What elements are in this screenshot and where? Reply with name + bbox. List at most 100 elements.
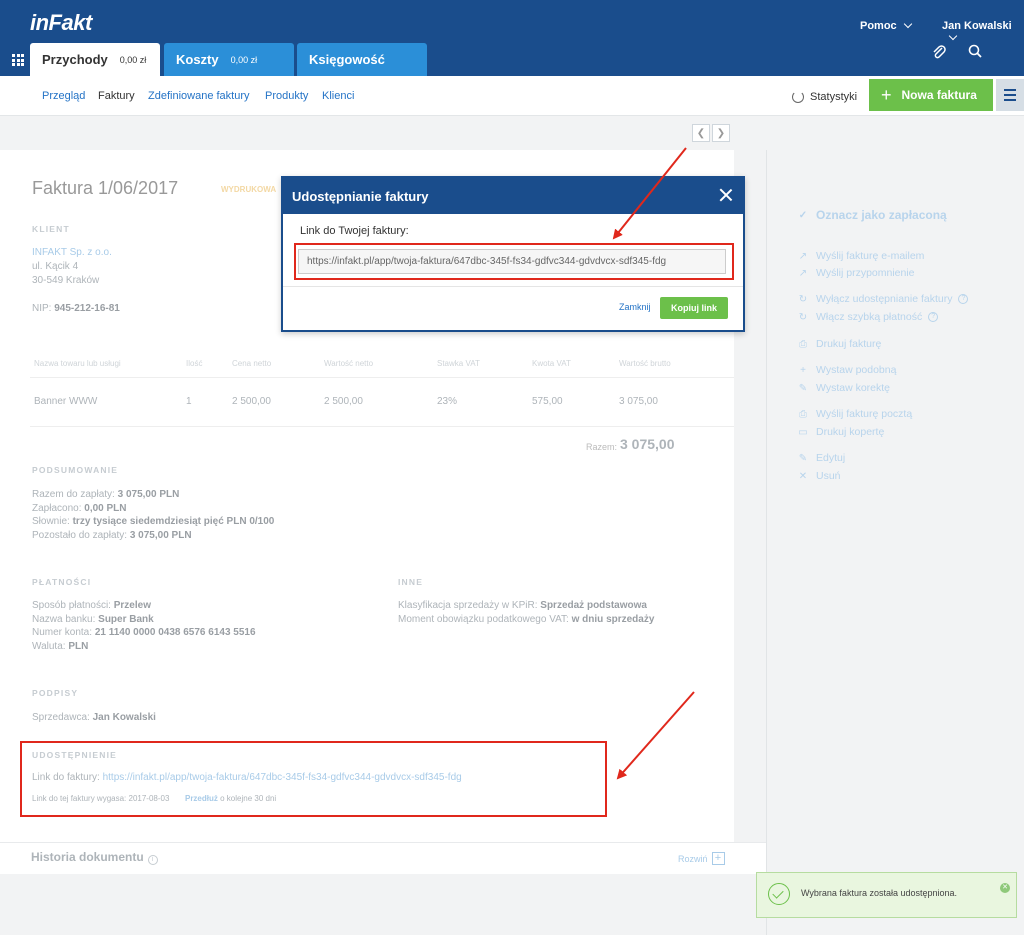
close-button[interactable]: Zamknij — [619, 302, 651, 312]
enable-quick-payment-action[interactable]: ↻ Włącz szybką płatność? — [796, 311, 939, 323]
col-net-price: Cena netto — [232, 359, 272, 368]
stats-label: Statystyki — [810, 91, 858, 103]
nip-label: NIP: — [32, 303, 52, 314]
nav-faktury[interactable]: Faktury — [98, 90, 135, 102]
action-label: Wyślij fakturę e-mailem — [816, 250, 925, 262]
history-title-text: Historia dokumentu — [31, 850, 144, 864]
success-toast: Wybrana faktura została udostępniona. ✕ — [756, 872, 1017, 918]
action-label: Wystaw podobną — [816, 364, 897, 376]
summary-value: trzy tysiące siedemdziesiąt pięć PLN 0/1… — [72, 516, 275, 527]
edit-action[interactable]: ✎ Edytuj — [796, 452, 845, 464]
sharing-highlight-annotation — [20, 741, 607, 817]
tab-label: Księgowość — [309, 52, 385, 67]
modal-header: Udostępnianie faktury — [283, 178, 743, 214]
summary-line: Razem do zapłaty: 3 075,00 PLN — [32, 488, 274, 502]
tab-ksiegowosc[interactable]: Księgowość — [297, 43, 427, 76]
tab-koszty[interactable]: Koszty 0,00 zł — [164, 43, 294, 76]
new-invoice-button[interactable]: + Nowa faktura — [869, 79, 993, 111]
other-key: Klasyfikacja sprzedaży w KPiR: — [398, 600, 538, 611]
seller-key: Sprzedawca: — [32, 712, 90, 723]
summary-value: 3 075,00 PLN — [129, 529, 192, 541]
action-label: Usuń — [816, 470, 841, 482]
payments-lines: Sposób płatności: Przelew Nazwa banku: S… — [32, 599, 256, 653]
tab-amount: 0,00 zł — [230, 54, 258, 65]
issue-similar-action[interactable]: + Wystaw podobną — [796, 364, 896, 376]
refresh-icon: ↻ — [798, 293, 808, 305]
send-email-action[interactable]: ↗ Wyślij fakturę e-mailem — [796, 250, 925, 262]
nav-przeglad[interactable]: Przegląd — [42, 90, 85, 102]
expand-history-button[interactable]: Rozwiń + — [678, 852, 725, 865]
expand-label: Rozwiń — [678, 853, 708, 864]
invoice-pager: ❮ ❯ — [692, 124, 730, 142]
action-label: Oznacz jako zapłaconą — [816, 208, 947, 222]
action-label: Wyślij fakturę pocztą — [816, 408, 913, 420]
col-vat-amount: Kwota VAT — [532, 359, 571, 368]
next-arrow-icon[interactable]: ❯ — [712, 124, 730, 142]
stats-link[interactable]: Statystyki — [792, 91, 857, 103]
new-invoice-label: Nowa faktura — [901, 88, 977, 102]
send-reminder-action[interactable]: ↗ Wyślij przypomnienie — [796, 267, 915, 279]
apps-grid-icon[interactable] — [12, 54, 24, 66]
refresh-icon: ↻ — [798, 311, 808, 323]
modal-divider — [283, 286, 743, 287]
cell-qty: 1 — [186, 396, 192, 407]
summary-key: Razem do zapłaty: — [32, 489, 115, 500]
close-icon[interactable] — [719, 188, 733, 202]
col-qty: Ilość — [186, 359, 203, 368]
tab-przychody[interactable]: Przychody 0,00 zł — [30, 43, 160, 76]
payment-line: Sposób płatności: Przelew — [32, 599, 256, 613]
toast-message: Wybrana faktura została udostępniona. — [801, 888, 958, 898]
chevron-down-icon — [948, 31, 958, 41]
col-vat-rate: Stawka VAT — [437, 359, 480, 368]
client-nip: NIP: 945-212-16-81 — [32, 302, 120, 316]
summary-line: Zapłacono: 0,00 PLN — [32, 502, 274, 516]
delete-action[interactable]: ✕ Usuń — [796, 470, 841, 482]
nav-produkty[interactable]: Produkty — [265, 90, 308, 102]
help-menu[interactable]: Pomoc — [860, 19, 912, 32]
cell-name: Banner WWW — [34, 396, 98, 407]
toast-close-icon[interactable]: ✕ — [1000, 883, 1010, 893]
plus-box-icon: + — [711, 852, 725, 865]
pencil-icon: ✎ — [798, 452, 808, 464]
nip-value: 945-212-16-81 — [54, 303, 120, 314]
action-label: Edytuj — [816, 452, 846, 464]
copy-link-button[interactable]: Kopiuj link — [660, 297, 728, 319]
nav-zdefiniowane-faktury[interactable]: Zdefiniowane faktury — [148, 90, 250, 102]
payment-line: Nazwa banku: Super Bank — [32, 613, 256, 627]
disable-sharing-action[interactable]: ↻ Wyłącz udostępnianie faktury? — [796, 293, 969, 305]
summary-key: Zapłacono: — [32, 502, 82, 514]
status-badge: WYDRUKOWA — [221, 185, 277, 194]
cell-net-price: 2 500,00 — [232, 396, 271, 407]
print-invoice-action[interactable]: ⎙ Drukuj fakturę — [796, 338, 881, 350]
share-invoice-modal: Udostępnianie faktury Link do Twojej fak… — [281, 176, 745, 332]
invoice-title: Faktura 1/06/2017 — [32, 178, 179, 198]
pencil-icon: ✎ — [798, 382, 808, 394]
nav-klienci[interactable]: Klienci — [322, 90, 354, 102]
prev-arrow-icon[interactable]: ❮ — [692, 124, 710, 142]
issue-correction-action[interactable]: ✎ Wystaw korektę — [796, 382, 890, 394]
send-by-post-action[interactable]: ⎙ Wyślij fakturę pocztą — [796, 408, 912, 420]
payment-value: Przelew — [113, 600, 151, 611]
mark-paid-action[interactable]: ✓ Oznacz jako zapłaconą — [796, 208, 947, 222]
search-icon[interactable] — [968, 44, 982, 58]
app-logo[interactable]: inFakt — [30, 10, 92, 36]
client-name-link[interactable]: INFAKT Sp. z o.o. — [32, 247, 112, 258]
other-line: Moment obowiązku podatkowego VAT: w dniu… — [398, 613, 654, 627]
payments-section-label: PŁATNOŚCI — [32, 577, 92, 587]
hamburger-menu-button[interactable] — [996, 79, 1024, 111]
paperclip-icon[interactable] — [932, 44, 946, 60]
sub-navigation: Przegląd Faktury Zdefiniowane faktury Pr… — [0, 76, 1024, 116]
other-value: w dniu sprzedaży — [571, 613, 655, 625]
row-divider — [30, 426, 734, 427]
plus-icon: + — [881, 84, 892, 105]
link-highlight-annotation — [294, 243, 734, 280]
close-icon: ✕ — [798, 470, 808, 482]
help-circle-icon[interactable]: ? — [958, 294, 969, 304]
menu-line — [1004, 94, 1016, 96]
payment-key: Waluta: — [32, 640, 66, 652]
summary-value: 0,00 PLN — [84, 502, 127, 514]
print-envelope-action[interactable]: ▭ Drukuj kopertę — [796, 426, 884, 438]
modal-title: Udostępnianie faktury — [292, 188, 429, 204]
help-circle-icon[interactable]: ? — [928, 312, 939, 322]
user-menu[interactable]: Jan Kowalski — [942, 20, 1024, 44]
